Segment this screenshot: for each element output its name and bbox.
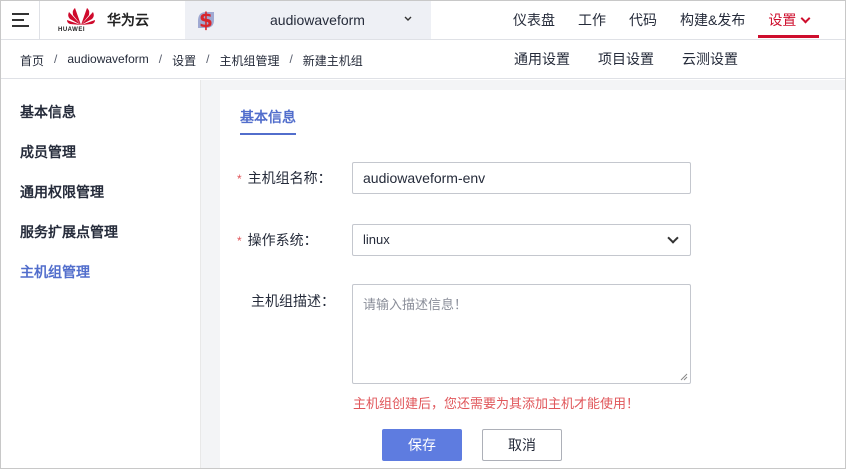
breadcrumb-settings[interactable]: 设置 [172,52,196,69]
breadcrumb: 首页 / audiowaveform / 设置 / 主机组管理 / 新建主机组 [20,52,363,69]
subnav-cloudtest-settings[interactable]: 云测设置 [672,40,748,78]
host-group-desc-label: 主机组描述： [251,293,335,309]
breadcrumb-separator: / [206,52,210,66]
breadcrumb-project[interactable]: audiowaveform [67,52,148,69]
top-nav: 仪表盘 工作 代码 构建&发布 设置 [503,1,822,39]
nav-settings[interactable]: 设置 [758,1,820,39]
nav-work[interactable]: 工作 [568,1,616,39]
chevron-down-icon [404,16,412,21]
host-group-name-input[interactable]: audiowaveform-env [352,162,691,194]
save-button[interactable]: 保存 [382,429,462,461]
top-bar: HUAWEI 华为云 $ audiowaveform 仪表盘 工作 代码 构建&… [1,1,845,40]
svg-text:$: $ [199,8,213,32]
sub-bar: 首页 / audiowaveform / 设置 / 主机组管理 / 新建主机组 … [1,40,845,79]
brand-company: HUAWEI [58,27,85,33]
sidebar-item-basic-info[interactable]: 基本信息 [20,102,76,122]
required-mark: * [237,172,242,186]
sidebar-item-host-groups[interactable]: 主机组管理 [20,262,90,282]
project-selector[interactable]: $ audiowaveform [185,1,431,39]
resize-handle-icon[interactable] [680,373,688,381]
nav-code[interactable]: 代码 [619,1,667,39]
hamburger-menu-icon[interactable] [1,1,40,39]
os-label-text: 操作系统： [247,232,318,248]
form-card: 基本信息 * 主机组名称： audiowaveform-env * 操作系统： li… [220,90,845,468]
os-select[interactable]: linux [352,224,691,256]
os-select-value: linux [363,232,390,247]
brand-logo[interactable]: HUAWEI 华为云 [56,6,176,36]
subnav-project-settings[interactable]: 项目设置 [588,40,664,78]
os-label: * 操作系统： [237,230,318,250]
sidebar-item-permissions[interactable]: 通用权限管理 [20,182,104,202]
desc-placeholder: 请输入描述信息！ [363,297,468,312]
section-title: 基本信息 [240,107,296,135]
main-content: 基本信息 * 主机组名称： audiowaveform-env * 操作系统： li… [201,80,845,468]
project-name: audiowaveform [270,12,365,28]
nav-settings-label: 设置 [768,12,797,28]
sidebar: 基本信息 成员管理 通用权限管理 服务扩展点管理 主机组管理 [1,80,201,468]
cancel-button[interactable]: 取消 [482,429,562,461]
sidebar-item-members[interactable]: 成员管理 [20,142,76,162]
breadcrumb-host-groups[interactable]: 主机组管理 [219,52,279,69]
dollar-project-icon: $ [198,8,214,32]
huawei-petal-icon [67,8,95,25]
breadcrumb-separator: / [158,52,163,66]
sidebar-item-service-endpoints[interactable]: 服务扩展点管理 [20,222,118,242]
settings-sub-nav: 通用设置 项目设置 云测设置 [504,40,756,78]
app-window: HUAWEI 华为云 $ audiowaveform 仪表盘 工作 代码 构建&… [0,0,846,469]
warning-hint: 主机组创建后，您还需要为其添加主机才能使用！ [353,396,640,411]
host-group-name-label: * 主机组名称： [237,168,332,188]
nav-dashboard[interactable]: 仪表盘 [503,1,565,39]
breadcrumb-separator: / [54,52,58,66]
nav-build-release[interactable]: 构建&发布 [670,1,755,39]
required-mark: * [237,234,242,248]
chevron-down-icon [800,13,811,24]
host-group-desc-textarea[interactable]: 请输入描述信息！ [352,284,691,384]
brand-product: 华为云 [107,12,149,28]
subnav-general-settings[interactable]: 通用设置 [504,40,580,78]
breadcrumb-current: 新建主机组 [302,54,363,68]
breadcrumb-separator: / [289,52,293,66]
breadcrumb-home[interactable]: 首页 [20,52,44,69]
host-group-name-label-text: 主机组名称： [247,170,332,186]
chevron-down-icon [667,232,679,244]
